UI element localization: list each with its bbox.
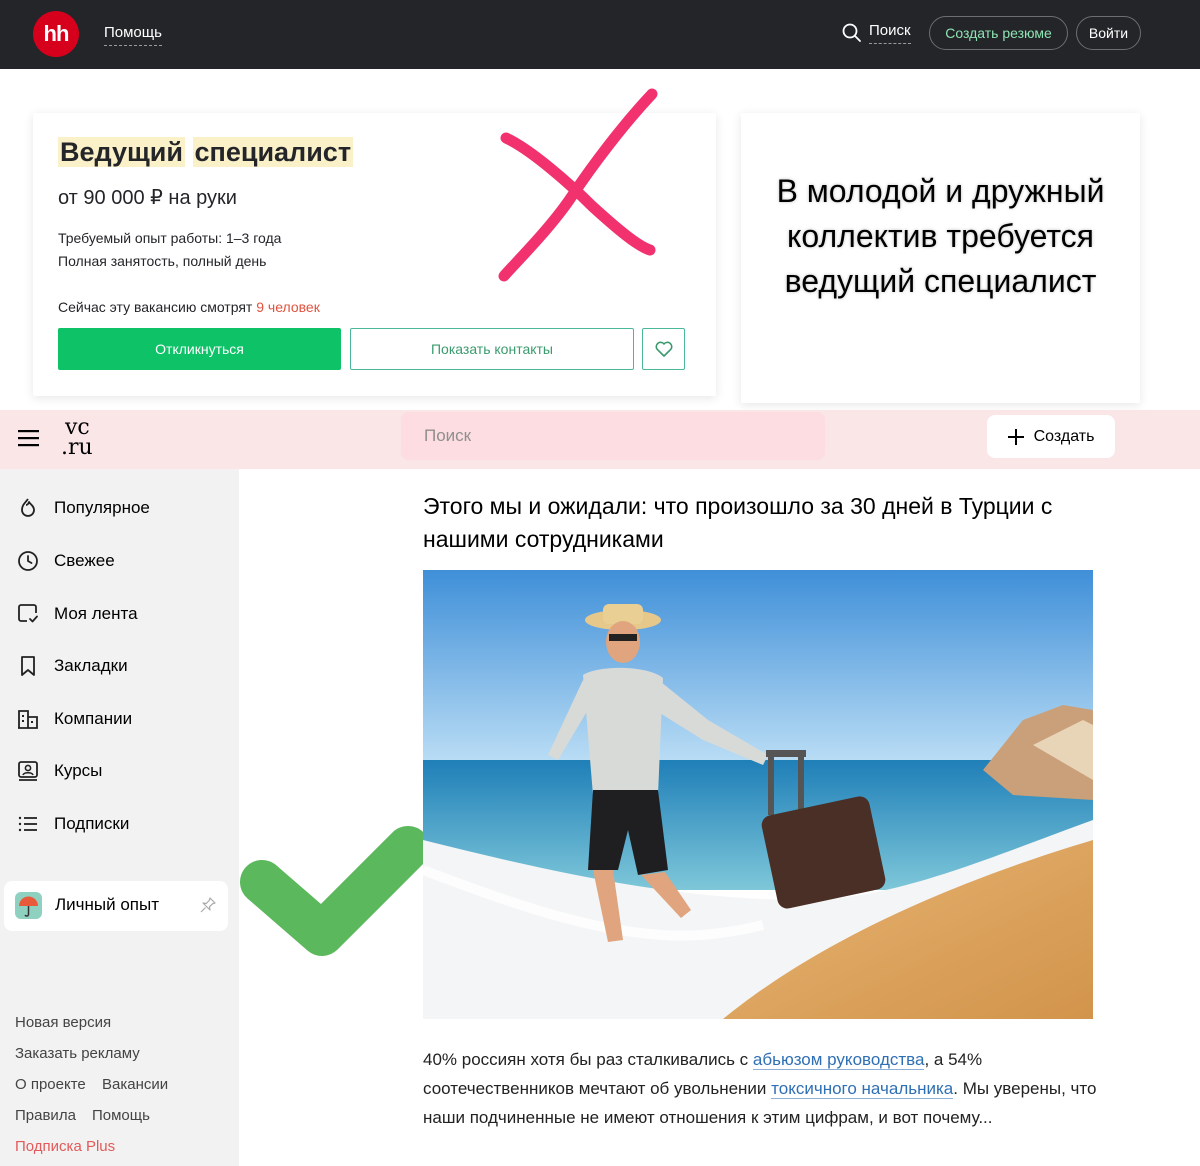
create-resume-button[interactable]: Создать резюме — [929, 16, 1068, 50]
vc-logo[interactable]: vc .ru — [61, 417, 93, 460]
sidebar-item-personal-experience[interactable]: Личный опыт — [4, 881, 228, 931]
footer-help-link[interactable]: Помощь — [92, 1107, 150, 1124]
hh-help-link[interactable]: Помощь — [104, 24, 162, 46]
vacancy-employment: Полная занятость, полный день — [58, 253, 267, 269]
screenshot-root: hh Помощь Поиск Создать резюме Войти Вед… — [0, 0, 1200, 1166]
article-title[interactable]: Этого мы и ожидали: что произошло за 30 … — [423, 490, 1103, 556]
sidebar-item-companies[interactable]: Компании — [16, 706, 132, 732]
footer-order-ads-link[interactable]: Заказать рекламу — [15, 1045, 140, 1062]
login-button[interactable]: Войти — [1076, 16, 1141, 50]
footer-vacancies-link[interactable]: Вакансии — [102, 1076, 168, 1093]
watching-prefix: Сейчас эту вакансию смотрят — [58, 299, 257, 315]
quote-line-3: ведущий специалист — [784, 263, 1097, 299]
quote-text: В молодой и дружный коллектив требуется … — [751, 169, 1130, 304]
sidebar-label-subscriptions: Подписки — [54, 814, 130, 833]
footer-rules-link[interactable]: Правила — [15, 1107, 76, 1124]
sidebar-label-bookmarks: Закладки — [54, 656, 128, 675]
check-mark-icon — [240, 826, 430, 956]
article-excerpt: 40% россиян хотя бы раз сталкивались с а… — [423, 1045, 1103, 1132]
courses-icon — [18, 761, 38, 781]
sidebar-label-personal-experience: Личный опыт — [55, 895, 160, 914]
pin-icon[interactable] — [200, 897, 216, 913]
vc-create-button[interactable]: Создать — [987, 415, 1115, 458]
excerpt-link-toxic-boss[interactable]: токсичного начальника — [771, 1079, 954, 1099]
favorite-button[interactable] — [642, 328, 685, 370]
footer-subscription-plus-link[interactable]: Подписка Plus — [15, 1138, 115, 1155]
clock-icon — [18, 551, 38, 571]
beach-photo — [423, 570, 1093, 1019]
hh-search-button[interactable]: Поиск — [842, 22, 911, 44]
quote-line-1: В молодой и дружный — [776, 173, 1105, 209]
footer-new-version-link[interactable]: Новая версия — [15, 1014, 111, 1031]
vc-logo-bottom: .ru — [61, 435, 93, 460]
article-image[interactable] — [423, 570, 1093, 1019]
plus-icon — [1007, 428, 1024, 445]
cross-mark-icon — [498, 88, 658, 282]
footer-about-link[interactable]: О проекте — [15, 1076, 86, 1093]
heart-icon — [655, 341, 672, 357]
vacancy-experience: Требуемый опыт работы: 1–3 года — [58, 230, 282, 246]
companies-icon — [18, 710, 38, 729]
fire-icon — [21, 498, 35, 517]
hh-header: hh Помощь Поиск Создать резюме Войти — [0, 0, 1200, 69]
vacancy-title-word-1: Ведущий — [58, 137, 185, 167]
sidebar-item-bookmarks[interactable]: Закладки — [16, 653, 128, 679]
sidebar-label-fresh: Свежее — [54, 551, 115, 570]
apply-button[interactable]: Откликнуться — [58, 328, 341, 370]
show-contacts-button[interactable]: Показать контакты — [350, 328, 634, 370]
vc-search-input[interactable]: Поиск — [401, 412, 825, 460]
vc-header: vc .ru Поиск Создать — [0, 410, 1200, 469]
sidebar-label-popular: Популярное — [54, 498, 150, 517]
quote-line-2: коллектив требуется — [787, 218, 1094, 254]
sidebar-item-my-feed[interactable]: Моя лента — [16, 601, 138, 627]
vacancy-title-word-2: специалист — [192, 137, 354, 167]
hh-logo[interactable]: hh — [33, 11, 79, 57]
vacancy-watching: Сейчас эту вакансию смотрят 9 человек — [58, 299, 320, 315]
hh-search-label: Поиск — [869, 22, 911, 44]
bookmark-icon — [21, 656, 35, 676]
vc-sidebar: Популярное Свежее Моя лента Закладки Ком… — [0, 469, 239, 1166]
sidebar-label-courses: Курсы — [54, 761, 103, 780]
sidebar-item-fresh[interactable]: Свежее — [16, 548, 115, 574]
sidebar-item-popular[interactable]: Популярное — [16, 495, 150, 521]
sidebar-item-courses[interactable]: Курсы — [16, 758, 102, 784]
excerpt-link-abuse[interactable]: абьюзом руководства — [752, 1050, 925, 1070]
umbrella-icon — [15, 892, 42, 919]
vc-create-label: Создать — [1033, 427, 1095, 445]
sidebar-label-my-feed: Моя лента — [54, 604, 138, 623]
sidebar-item-subscriptions[interactable]: Подписки — [16, 811, 129, 837]
list-icon — [18, 816, 37, 832]
excerpt-text-1: 40% россиян хотя бы раз сталкивались с — [423, 1050, 753, 1069]
quote-card: В молодой и дружный коллектив требуется … — [741, 113, 1140, 403]
search-icon — [842, 23, 861, 42]
watching-count: 9 человек — [256, 299, 320, 315]
feed-icon — [18, 604, 38, 623]
menu-icon[interactable] — [18, 429, 40, 447]
sidebar-label-companies: Компании — [54, 709, 133, 728]
vacancy-salary: от 90 000 ₽ на руки — [58, 187, 237, 209]
vacancy-title: Ведущий специалист — [58, 137, 354, 168]
